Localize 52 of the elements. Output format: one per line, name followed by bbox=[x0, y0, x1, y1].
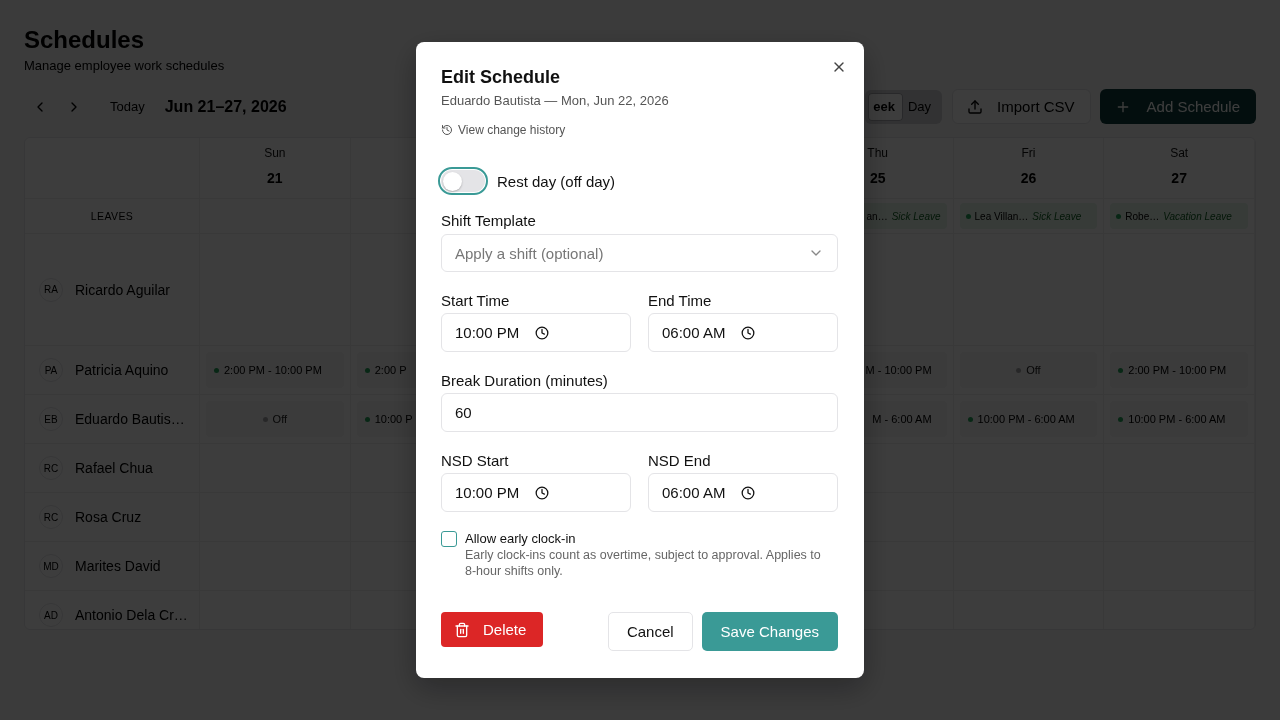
dialog-subtitle: Eduardo Bautista — Mon, Jun 22, 2026 bbox=[441, 92, 669, 110]
time-field[interactable]: 10:00 PM bbox=[441, 313, 631, 352]
employee-name: Rafael Chua bbox=[75, 460, 153, 476]
leave-employee-name: Lea Villan… bbox=[974, 210, 1029, 222]
day-date: 21 bbox=[267, 169, 283, 187]
time-field[interactable]: 06:00 AM bbox=[648, 313, 838, 352]
shift-time: 2:00 P bbox=[374, 364, 407, 376]
field-label: Break Duration (minutes) bbox=[441, 371, 609, 391]
employee-name: Patricia Aquino bbox=[75, 362, 169, 378]
time-field[interactable]: 06:00 AM bbox=[648, 473, 838, 512]
leaves-label: LEAVES bbox=[89, 210, 135, 222]
clock-icon bbox=[741, 325, 756, 340]
help-text: Early clock-ins count as overtime, subject to approval. Applies to 8-hour shifts only. bbox=[465, 547, 822, 579]
day-name: Sun bbox=[264, 145, 286, 161]
history-icon bbox=[441, 124, 453, 136]
date-range: Jun 21–27, 2026 bbox=[164, 97, 287, 116]
break-duration-field[interactable]: 60 bbox=[441, 393, 838, 432]
delete-button[interactable]: Delete bbox=[441, 612, 544, 647]
day-name: Fri bbox=[1021, 145, 1036, 161]
rest-day-switch[interactable] bbox=[438, 167, 488, 195]
day-name: Thu bbox=[867, 145, 889, 161]
day-date: 25 bbox=[869, 169, 886, 187]
employee-name: Ricardo Aguilar bbox=[75, 281, 170, 298]
checkbox[interactable] bbox=[441, 531, 457, 547]
time-field[interactable]: 10:00 PM bbox=[441, 473, 631, 512]
cancel-button[interactable]: Cancel bbox=[607, 612, 693, 651]
dialog-title: Edit Schedule bbox=[441, 66, 561, 88]
field-label: Start Time bbox=[441, 291, 511, 311]
view-history-link[interactable]: View change history bbox=[441, 122, 566, 138]
rest-day-label: Rest day (off day) bbox=[497, 172, 616, 190]
day-name: Sat bbox=[1170, 145, 1189, 161]
page-subtitle: Manage employee work schedules bbox=[24, 58, 225, 74]
shift-template-select[interactable]: Apply a shift (optional) bbox=[441, 234, 838, 272]
clock-icon bbox=[535, 485, 550, 500]
employee-name: Marites David bbox=[75, 558, 161, 574]
day-date: 26 bbox=[1020, 169, 1037, 187]
trash-icon bbox=[454, 621, 470, 638]
shift-time: 10:00 PM - 6:00 AM bbox=[1128, 413, 1226, 425]
field-label: End Time bbox=[648, 291, 713, 311]
clock-icon bbox=[535, 325, 550, 340]
employee-name: Eduardo Bautis… bbox=[75, 411, 185, 427]
field-label: NSD Start bbox=[441, 451, 510, 471]
checkbox-label: Allow early clock-in bbox=[465, 531, 576, 547]
field-label: NSD End bbox=[648, 451, 712, 471]
field-label: Shift Template bbox=[441, 211, 537, 231]
page-title: Schedules bbox=[24, 25, 145, 55]
day-date: 27 bbox=[1171, 169, 1187, 187]
employee-name: Antonio Dela Cr… bbox=[75, 607, 188, 623]
leave-employee-name: Robe… bbox=[1125, 210, 1160, 222]
employee-name: Rosa Cruz bbox=[75, 509, 142, 525]
shift-time: 2:00 PM - 10:00 PM bbox=[224, 364, 322, 376]
clock-icon bbox=[741, 485, 756, 500]
